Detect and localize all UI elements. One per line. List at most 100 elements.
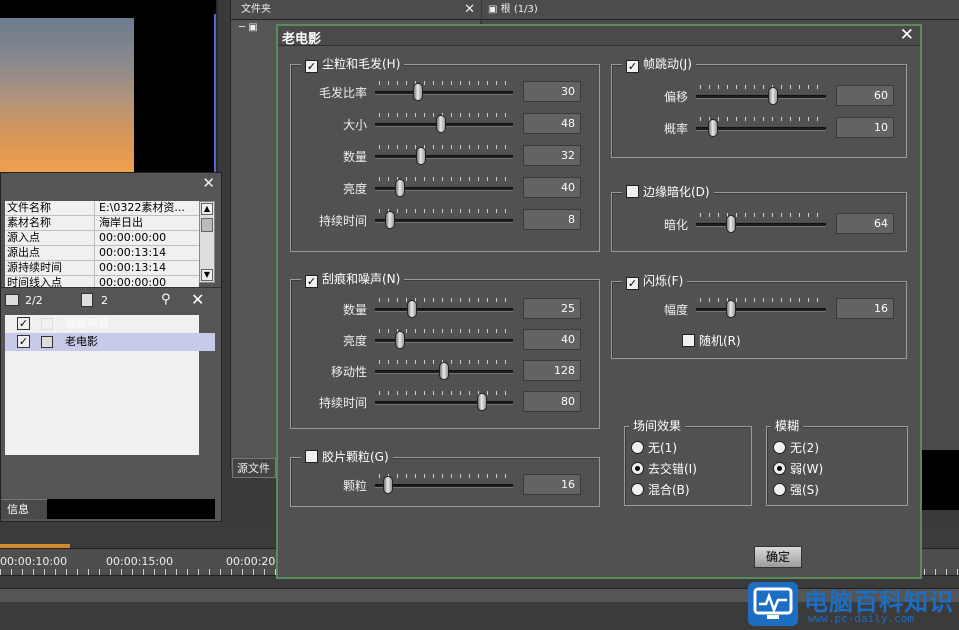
info-value: 00:00:00:00 <box>99 231 167 244</box>
slider-label: 持续时间 <box>318 396 367 410</box>
timecode-label: 00:00:15:00 <box>106 555 174 568</box>
slider-value-field[interactable]: 8 <box>523 209 581 230</box>
flicker-checkbox[interactable]: ✓ <box>626 277 639 290</box>
checkbox-video-layout[interactable]: ✓ <box>17 317 30 330</box>
close-icon[interactable]: ✕ <box>464 0 475 20</box>
tab-source-file[interactable]: 源文件 <box>232 458 276 478</box>
folder-tree-root[interactable]: ─ ▣ <box>239 22 269 36</box>
slider-label: 毛发比率 <box>318 86 367 100</box>
slider-thumb[interactable] <box>385 211 396 229</box>
slider-thumb[interactable] <box>395 331 406 349</box>
flicker-checkbox-label[interactable]: ✓ 闪烁(F) <box>622 273 688 290</box>
grain-checkbox-label[interactable]: 胶片颗粒(G) <box>301 449 393 466</box>
scroll-down-icon[interactable]: ▼ <box>201 269 213 281</box>
slider-track[interactable] <box>375 91 513 95</box>
link-icon[interactable]: ⚲ <box>161 292 171 307</box>
slider-value-field[interactable]: 40 <box>523 177 581 198</box>
tab-info[interactable]: 信息 <box>1 499 47 519</box>
slider-value-field[interactable]: 128 <box>523 360 581 381</box>
ok-button[interactable]: 确定 <box>754 546 802 568</box>
jitter-checkbox[interactable]: ✓ <box>626 60 639 73</box>
info-scrollbar[interactable]: ▲ ▼ <box>199 201 215 283</box>
slider-value-field[interactable]: 60 <box>836 85 894 106</box>
jitter-checkbox-label[interactable]: ✓ 帧跳动(J) <box>622 56 696 73</box>
slider-row: 亮度 40 <box>291 177 597 201</box>
radio-button[interactable] <box>773 483 786 496</box>
radio-button[interactable] <box>631 462 644 475</box>
layer-item-old-film[interactable]: ✓ 老电影 <box>5 333 215 351</box>
slider-thumb[interactable] <box>708 119 718 137</box>
grain-checkbox[interactable] <box>305 450 318 463</box>
dark-area <box>922 450 959 510</box>
slider-value-field[interactable]: 16 <box>523 474 581 495</box>
random-checkbox-label[interactable]: 随机(R) <box>682 332 741 349</box>
slider-thumb[interactable] <box>436 115 447 133</box>
slider-track[interactable] <box>375 484 513 488</box>
dust-checkbox-label[interactable]: ✓ 尘粒和毛发(H) <box>301 56 405 73</box>
dialog-title: 老电影 <box>282 32 322 47</box>
slider-label: 持续时间 <box>318 214 367 228</box>
folder-icon: ▣ <box>488 4 501 15</box>
slider-thumb[interactable] <box>407 300 417 318</box>
scroll-thumb[interactable] <box>201 218 213 232</box>
radio-button[interactable] <box>631 483 644 496</box>
radio-option[interactable]: 无(1) <box>631 439 677 457</box>
slider-track[interactable] <box>696 223 826 227</box>
radio-option[interactable]: 弱(W) <box>773 460 823 478</box>
group-label: 刮痕和噪声(N) <box>322 272 401 286</box>
layer-item-video-layout[interactable]: ✓ 视频布局 <box>5 315 215 333</box>
slider-track[interactable] <box>375 308 513 312</box>
slider-track[interactable] <box>696 308 826 312</box>
slider-value-field[interactable]: 25 <box>523 298 581 319</box>
radio-option[interactable]: 混合(B) <box>631 481 690 499</box>
vignette-checkbox-label[interactable]: 边缘暗化(D) <box>622 184 714 201</box>
slider-value-field[interactable]: 64 <box>836 213 894 234</box>
slider-thumb[interactable] <box>439 362 449 380</box>
slider-thumb[interactable] <box>395 179 406 197</box>
scratch-checkbox-label[interactable]: ✓ 刮痕和噪声(N) <box>301 271 405 288</box>
vignette-checkbox[interactable] <box>626 185 639 198</box>
tab-strip <box>47 499 215 519</box>
radio-option[interactable]: 强(S) <box>773 481 819 499</box>
slider-track[interactable] <box>696 95 826 99</box>
slider-track[interactable] <box>375 401 513 405</box>
delete-icon[interactable]: ✕ <box>191 290 204 309</box>
slider-thumb[interactable] <box>382 476 393 494</box>
radio-button[interactable] <box>773 441 786 454</box>
slider-value-field[interactable]: 16 <box>836 298 894 319</box>
radio-button[interactable] <box>631 441 644 454</box>
slider-value-field[interactable]: 80 <box>523 391 581 412</box>
slider-value-field[interactable]: 48 <box>523 113 581 134</box>
slider-thumb[interactable] <box>726 300 736 318</box>
slider-row: 概率 10 <box>612 117 904 141</box>
close-icon[interactable]: ✕ <box>202 174 215 192</box>
close-button[interactable]: ✕ <box>900 25 914 45</box>
slider-value-field[interactable]: 10 <box>836 117 894 138</box>
radio-option[interactable]: 无(2) <box>773 439 819 457</box>
slider-row: 持续时间 80 <box>291 391 597 415</box>
checkbox-old-film[interactable]: ✓ <box>17 335 30 348</box>
scratch-checkbox[interactable]: ✓ <box>305 275 318 288</box>
slider-track[interactable] <box>375 219 513 223</box>
dust-checkbox[interactable]: ✓ <box>305 60 318 73</box>
slider-thumb[interactable] <box>768 87 778 105</box>
slider-value-field[interactable]: 40 <box>523 329 581 350</box>
radio-button[interactable] <box>773 462 786 475</box>
slider-thumb[interactable] <box>726 215 736 233</box>
slider-value-field[interactable]: 32 <box>523 145 581 166</box>
slider-ticks <box>379 209 509 213</box>
radio-option[interactable]: 去交错(I) <box>631 460 697 478</box>
slider-thumb[interactable] <box>413 83 424 101</box>
random-checkbox[interactable] <box>682 334 695 347</box>
slider-row: 颗粒 16 <box>291 474 597 498</box>
slider-track[interactable] <box>375 155 513 159</box>
group-field-effect: 场间效果 无(1) 去交错(I) 混合(B) <box>624 418 752 506</box>
layer-label: 视频布局 <box>65 317 109 330</box>
slider-value-field[interactable]: 30 <box>523 81 581 102</box>
slider-row: 移动性 128 <box>291 360 597 384</box>
slider-thumb[interactable] <box>477 393 488 411</box>
scroll-up-icon[interactable]: ▲ <box>201 203 213 215</box>
slider-thumb[interactable] <box>415 147 426 165</box>
slider-label: 幅度 <box>663 303 688 317</box>
info-row: 素材名称 海岸日出 <box>5 216 199 231</box>
